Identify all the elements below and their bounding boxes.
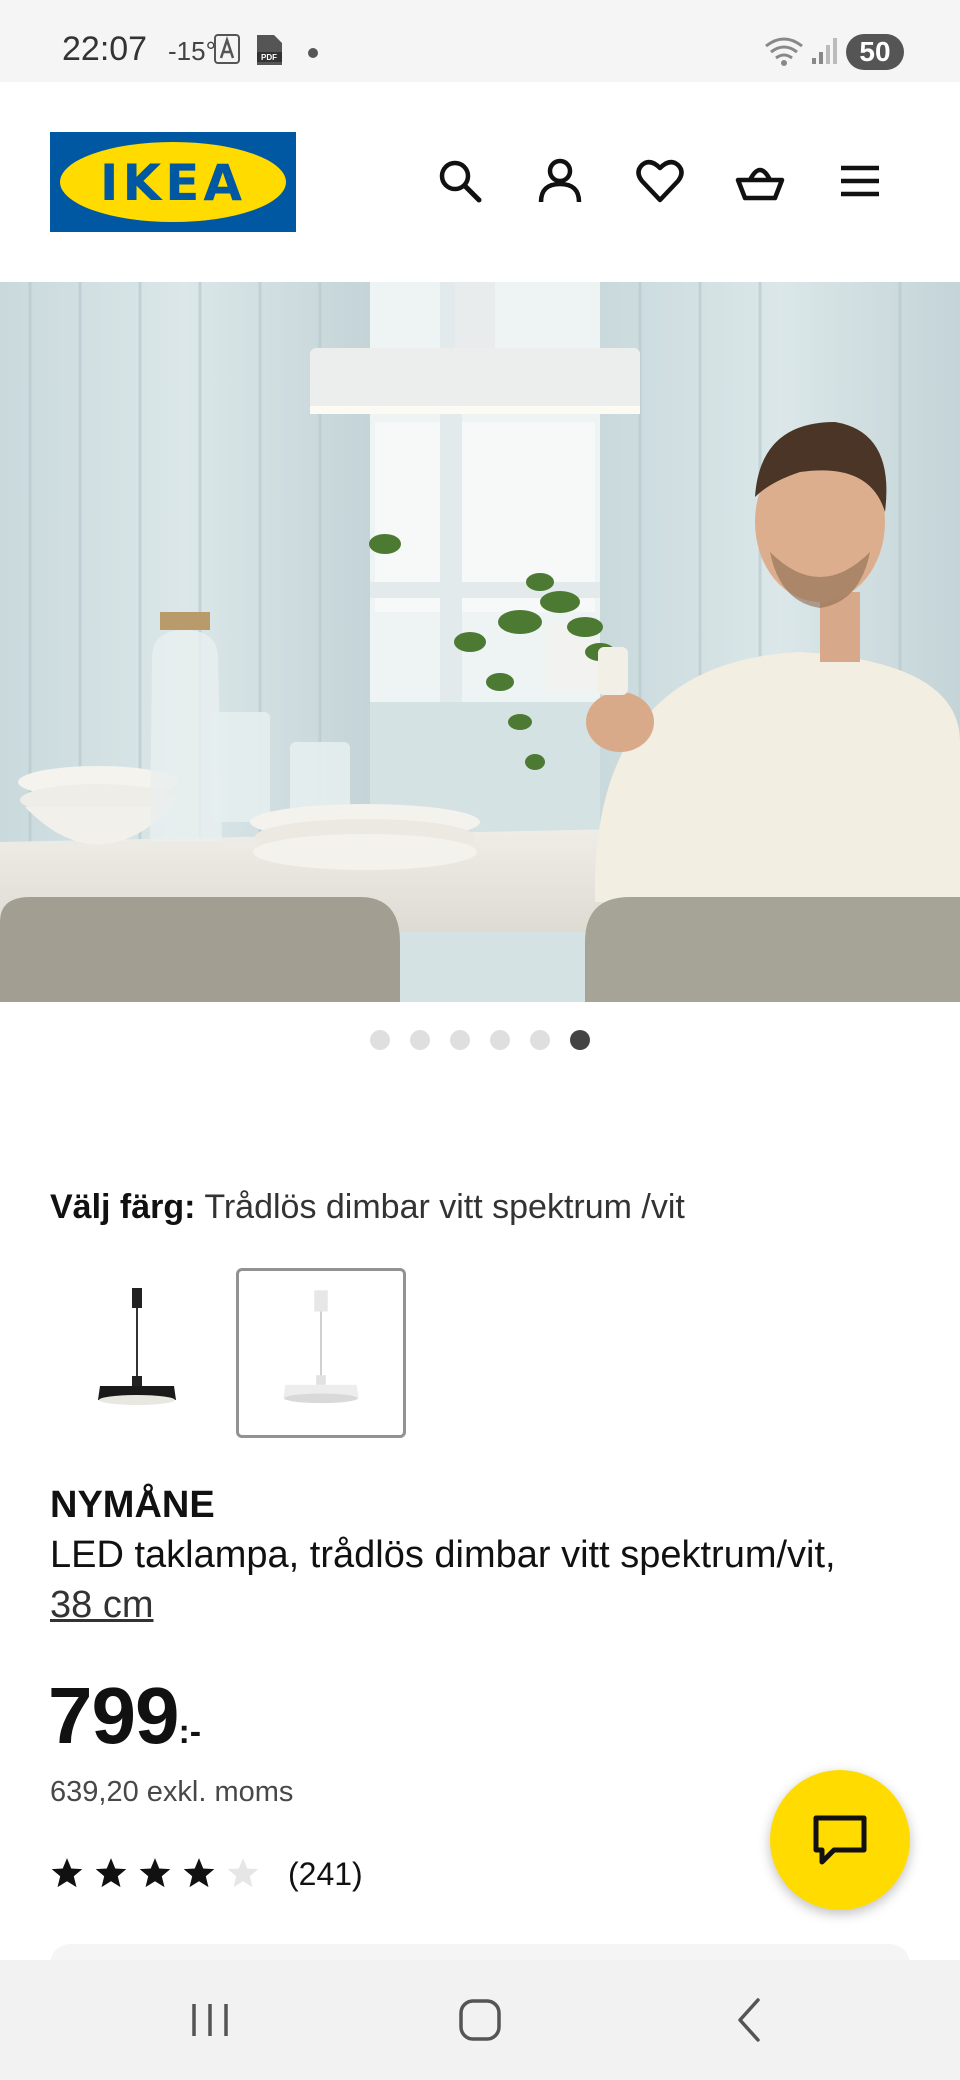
gallery-dot[interactable] [410,1030,430,1050]
gallery-dot[interactable] [490,1030,510,1050]
color-value: Trådlös dimbar vitt spektrum /vit [204,1188,685,1226]
back-icon[interactable] [720,1990,780,2050]
color-selector-label: Välj färg: Trådlös dimbar vitt spektrum … [50,1188,685,1227]
price-suffix: :- [178,1713,202,1751]
white-lamp-icon [283,1290,359,1404]
heart-icon[interactable] [635,156,685,206]
gallery-dot-active[interactable] [570,1030,590,1050]
gallery-dot[interactable] [370,1030,390,1050]
price-excl-vat: 639,20 exkl. moms [50,1776,294,1808]
gallery-pagination [0,1030,960,1052]
product-name: NYMÅNE [50,1484,215,1526]
account-icon[interactable] [535,156,585,206]
battery-indicator: 50 [846,34,904,70]
notification-dot [308,48,318,58]
black-lamp-icon [98,1288,176,1405]
product-image[interactable] [0,282,960,1002]
star-empty-icon [227,1858,259,1888]
gallery-dot[interactable] [530,1030,550,1050]
chat-button[interactable] [770,1770,910,1910]
color-label: Välj färg: [50,1188,196,1226]
site-header: IKEA [0,82,960,282]
color-option-white[interactable] [236,1268,406,1438]
home-icon[interactable] [450,1990,510,2050]
status-bar: 22:07 -15° PDF 50 [0,0,960,82]
font-icon [214,34,240,64]
status-temperature: -15° [168,36,216,66]
color-option-black[interactable] [52,1268,222,1438]
product-description-text: LED taklampa, trådlös dimbar vitt spektr… [50,1534,836,1576]
star-filled-icon [51,1858,83,1888]
chat-icon [813,1815,867,1865]
svg-text:PDF: PDF [261,53,277,62]
star-filled-icon [95,1858,127,1888]
system-nav-bar [0,1960,960,2080]
product-description: LED taklampa, trådlös dimbar vitt spektr… [50,1530,870,1630]
product-size-link[interactable]: 38 cm [50,1584,153,1626]
menu-icon[interactable] [835,156,885,206]
wifi-icon [765,37,803,66]
review-count: (241) [288,1856,363,1892]
recents-icon[interactable] [180,1990,240,2050]
signal-icon [812,38,837,64]
gallery-dot[interactable] [450,1030,470,1050]
star-filled-icon [183,1858,215,1888]
price-integer: 799 [48,1671,179,1760]
search-icon[interactable] [435,156,485,206]
pdf-icon: PDF [257,35,282,65]
ikea-logo[interactable]: IKEA [50,132,296,232]
status-time: 22:07 [62,30,148,68]
hero-illustration [0,282,960,1002]
product-price: 799:- [48,1670,201,1762]
basket-icon[interactable] [735,156,785,206]
star-filled-icon [139,1858,171,1888]
logo-text: IKEA [99,154,247,212]
